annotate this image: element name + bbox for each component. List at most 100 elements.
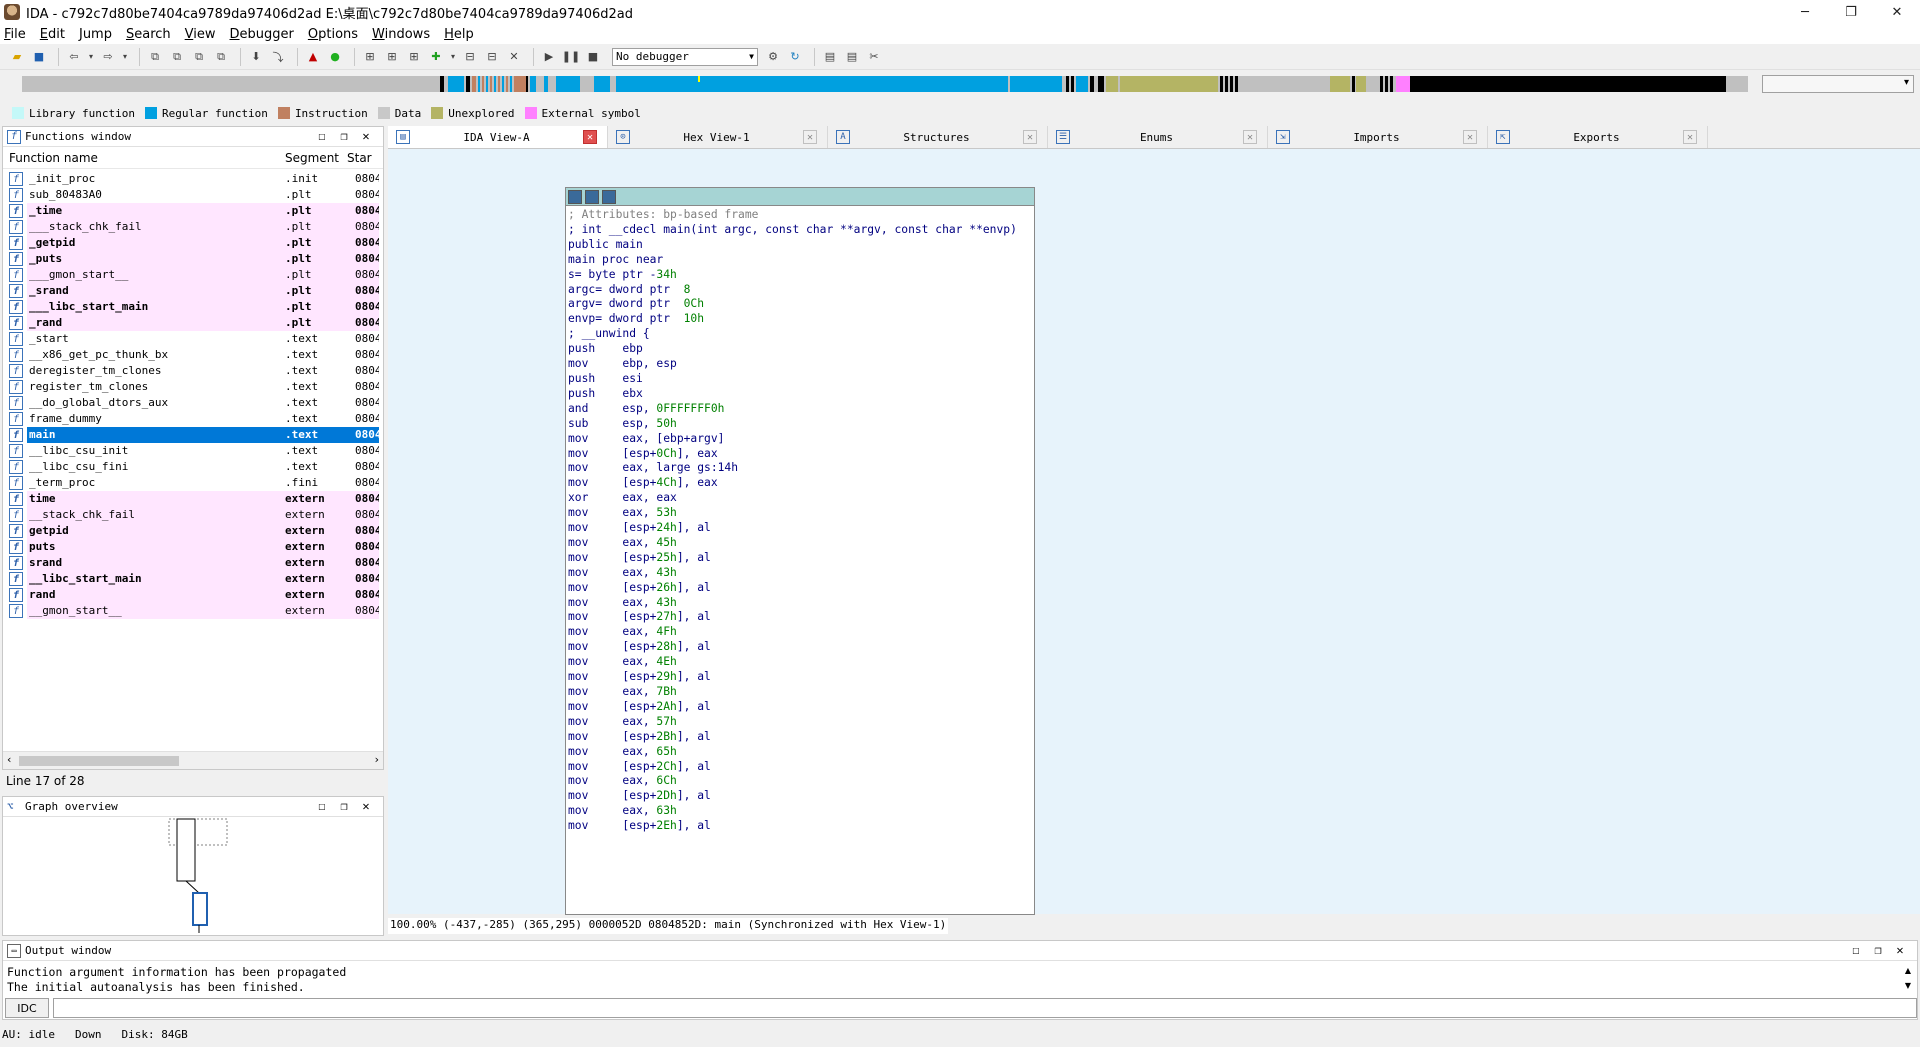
float-panel-icon[interactable]: ❐ [1867,943,1889,957]
maximize-panel-icon[interactable]: ☐ [1845,943,1867,957]
code-line[interactable]: sub esp, 50h [568,417,1034,432]
code-line[interactable]: argv= dword ptr 0Ch [568,297,1034,312]
code-line[interactable]: mov eax, large gs:14h [568,461,1034,476]
navigation-strip[interactable] [22,76,1748,92]
float-panel-icon[interactable]: ❐ [333,129,355,143]
column-start[interactable]: Star [345,151,381,165]
code-line[interactable]: mov [esp+2Ah], al [568,700,1034,715]
close-tab-icon[interactable]: ✕ [583,130,597,144]
function-row[interactable]: f __gmon_start__ extern 0804 [3,603,383,619]
pause-icon[interactable]: ❚❚ [562,48,580,66]
scrollbar-thumb[interactable] [19,756,179,766]
disassembly-code[interactable]: ; Attributes: bp-based frame; int __cdec… [566,206,1034,834]
scroll-left-icon[interactable]: ‹ [7,753,11,766]
close-panel-icon[interactable]: ✕ [355,799,377,813]
function-row[interactable]: f deregister_tm_clones .text 0804 [3,363,383,379]
run-green-icon[interactable]: ● [326,48,344,66]
jump-down-icon[interactable]: ⬇ [247,48,265,66]
struct-icon[interactable]: ⊟ [461,48,479,66]
function-row[interactable]: f _puts .plt 0804 [3,251,383,267]
code-line[interactable]: mov [esp+2Dh], al [568,789,1034,804]
node-color-icon[interactable] [568,189,582,204]
breakpoint-add-icon[interactable]: ▤ [843,48,861,66]
horizontal-scrollbar[interactable]: ‹ › [3,751,383,769]
function-row[interactable]: f _getpid .plt 0804 [3,235,383,251]
function-row[interactable]: f ___gmon_start__ .plt 0804 [3,267,383,283]
node-text-icon[interactable] [602,189,616,204]
tab-exports[interactable]: ⇱ Exports ✕ [1488,126,1708,148]
code-line[interactable]: s= byte ptr -34h [568,268,1034,283]
undefine-icon[interactable]: ✕ [505,48,523,66]
copy-icon[interactable]: ⧉ [146,48,164,66]
scroll-right-icon[interactable]: › [375,753,379,766]
code-line[interactable]: mov eax, 43h [568,566,1034,581]
function-row[interactable]: f __stack_chk_fail extern 0804 [3,507,383,523]
node-group-icon[interactable] [585,189,599,204]
function-row[interactable]: f _srand .plt 0804 [3,283,383,299]
close-panel-icon[interactable]: ✕ [355,129,377,143]
tab-structures[interactable]: A Structures ✕ [828,126,1048,148]
breakpoint-list-icon[interactable]: ▤ [821,48,839,66]
ida-view-a[interactable]: ; Attributes: bp-based frame; int __cdec… [388,148,1920,915]
column-function-name[interactable]: Function name [3,151,279,165]
breakpoint-remove-icon[interactable]: ✂ [865,48,883,66]
code-line[interactable]: mov eax, 53h [568,506,1034,521]
code-icon[interactable]: ⊞ [361,48,379,66]
close-tab-icon[interactable]: ✕ [1243,130,1257,144]
back-dropdown-icon[interactable]: ▾ [87,48,95,66]
code-line[interactable]: mov [esp+26h], al [568,581,1034,596]
code-line[interactable]: ; Attributes: bp-based frame [568,208,1034,223]
debugger-select[interactable]: No debugger ▼ [612,47,758,66]
code-line[interactable]: mov eax, [ebp+argv] [568,432,1034,447]
graph-overview-canvas[interactable] [3,817,383,935]
function-row[interactable]: f __do_global_dtors_aux .text 0804 [3,395,383,411]
code-line[interactable]: argc= dword ptr 8 [568,283,1034,298]
close-tab-icon[interactable]: ✕ [803,130,817,144]
code-line[interactable]: mov [esp+2Eh], al [568,819,1034,834]
code-line[interactable]: mov [esp+2Bh], al [568,730,1034,745]
code-line[interactable]: mov eax, 57h [568,715,1034,730]
function-row[interactable]: f main .text 0804 [3,427,383,443]
maximize-panel-icon[interactable]: ☐ [311,799,333,813]
menu-edit[interactable]: Edit [40,27,65,42]
open-folder-icon[interactable]: ▰ [8,48,26,66]
graph-red-icon[interactable]: ▲ [304,48,322,66]
code-line[interactable]: mov [esp+4Ch], eax [568,476,1034,491]
patch-icon[interactable]: ⤵ [269,48,287,66]
restore-button[interactable]: ❐ [1828,0,1874,24]
code-line[interactable]: mov [esp+2Ch], al [568,760,1034,775]
paste-icon[interactable]: ⧉ [168,48,186,66]
function-row[interactable]: f rand extern 0804 [3,587,383,603]
code-line[interactable]: mov eax, 7Bh [568,685,1034,700]
function-row[interactable]: f __x86_get_pc_thunk_bx .text 0804 [3,347,383,363]
function-row[interactable]: f time extern 0804 [3,491,383,507]
code-line[interactable]: mov eax, 6Ch [568,774,1034,789]
close-tab-icon[interactable]: ✕ [1023,130,1037,144]
function-row[interactable]: f ___libc_start_main .plt 0804 [3,299,383,315]
maximize-panel-icon[interactable]: ☐ [311,129,333,143]
code-line[interactable]: mov [esp+28h], al [568,640,1034,655]
data-icon[interactable]: ⊞ [383,48,401,66]
code-line[interactable]: mov ebp, esp [568,357,1034,372]
close-tab-icon[interactable]: ✕ [1683,130,1697,144]
code-line[interactable]: envp= dword ptr 10h [568,312,1034,327]
idc-command-input[interactable] [53,998,1917,1018]
attach-icon[interactable]: ↻ [786,48,804,66]
code-line[interactable]: xor eax, eax [568,491,1034,506]
code-line[interactable]: push ebp [568,342,1034,357]
menu-file[interactable]: File [4,27,26,42]
column-segment[interactable]: Segment [279,151,345,165]
code-line[interactable]: mov eax, 4Fh [568,625,1034,640]
output-scrollbar[interactable]: ▲ ▼ [1901,963,1915,995]
function-row[interactable]: f __libc_csu_fini .text 0804 [3,459,383,475]
scroll-down-icon[interactable]: ▼ [1901,978,1915,993]
function-row[interactable]: f sub_80483A0 .plt 0804 [3,187,383,203]
minimize-button[interactable]: ─ [1782,0,1828,24]
code-line[interactable]: main proc near [568,253,1034,268]
menu-help[interactable]: Help [444,27,474,42]
code-line[interactable]: mov [esp+27h], al [568,610,1034,625]
array-icon[interactable]: ⊟ [483,48,501,66]
function-row[interactable]: f _term_proc .fini 0804 [3,475,383,491]
function-row[interactable]: f register_tm_clones .text 0804 [3,379,383,395]
code-line[interactable]: and esp, 0FFFFFFF0h [568,402,1034,417]
